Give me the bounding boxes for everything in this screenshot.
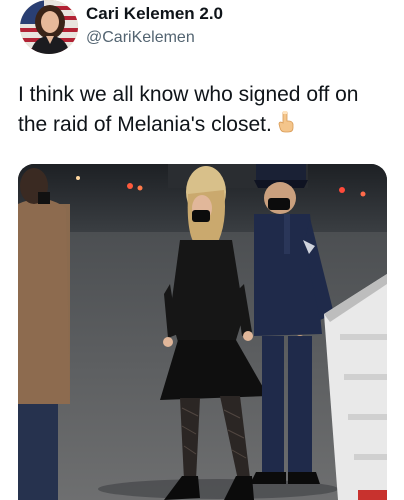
hand-pointing-down-icon [276, 110, 296, 142]
tweet-text: I think we all know who signed off on th… [18, 80, 390, 142]
author-handle[interactable]: @CariKelemen [86, 28, 223, 48]
author-display-name[interactable]: Cari Kelemen 2.0 [86, 4, 223, 24]
tweet-text-content: I think we all know who signed off on th… [18, 83, 359, 136]
tweet-author: Cari Kelemen 2.0 @CariKelemen [86, 4, 223, 48]
tweet-photo[interactable] [18, 164, 387, 500]
avatar[interactable] [20, 0, 78, 54]
tweet-header: Cari Kelemen 2.0 @CariKelemen [20, 0, 390, 58]
